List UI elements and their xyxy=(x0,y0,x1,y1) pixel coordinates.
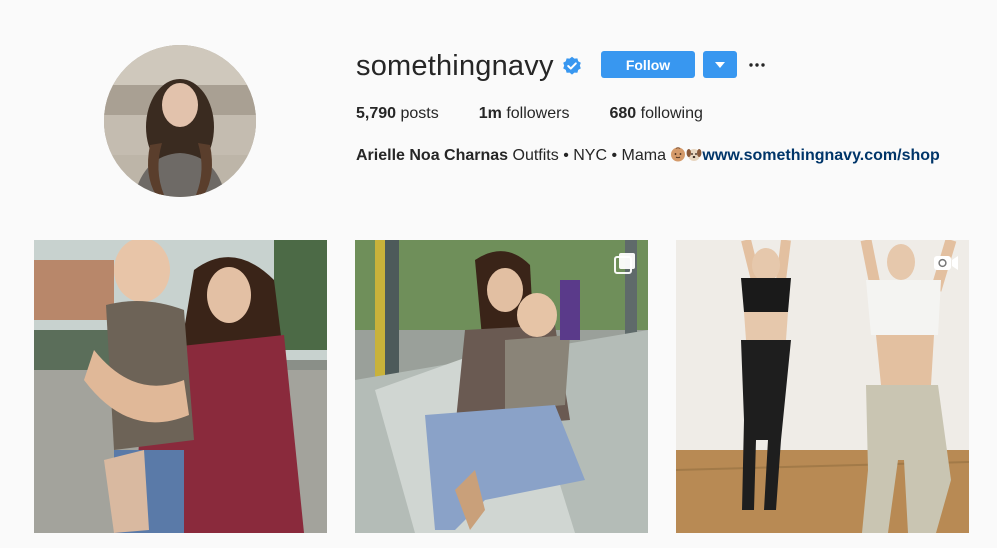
post-image xyxy=(676,240,969,533)
ellipsis-icon xyxy=(749,63,765,67)
post-thumbnail[interactable] xyxy=(355,240,648,533)
puppy-emoji-icon xyxy=(687,149,702,161)
posts-label: posts xyxy=(400,105,439,122)
follow-button[interactable]: Follow xyxy=(601,51,695,78)
followers-label: followers xyxy=(506,105,570,122)
carousel-icon xyxy=(614,253,635,274)
bio-text: Outfits • NYC • Mama xyxy=(512,147,666,164)
post-image xyxy=(355,240,648,533)
video-icon xyxy=(934,256,958,270)
posts-count: 5,790 xyxy=(356,105,397,122)
suggestions-dropdown-button[interactable] xyxy=(703,51,737,78)
caret-down-icon xyxy=(715,61,725,68)
avatar-image xyxy=(104,45,256,197)
profile-stats: 5,790 posts 1m followers 680 following xyxy=(356,104,743,124)
baby-face-emoji-icon xyxy=(671,147,686,162)
bio-website-link[interactable]: www.somethingnavy.com/shop xyxy=(702,147,939,164)
post-image xyxy=(34,240,327,533)
posts-stat: 5,790 posts xyxy=(356,104,439,124)
following-stat[interactable]: 680 following xyxy=(609,104,702,124)
post-thumbnail[interactable] xyxy=(676,240,969,533)
post-thumbnail[interactable] xyxy=(34,240,327,533)
followers-stat[interactable]: 1m followers xyxy=(479,104,570,124)
following-label: following xyxy=(640,105,703,122)
profile-bio: Arielle Noa Charnas Outfits • NYC • Mama… xyxy=(356,146,940,166)
verified-badge-icon xyxy=(563,56,581,75)
profile-avatar[interactable] xyxy=(104,45,256,197)
profile-username: somethingnavy xyxy=(356,50,554,82)
more-options-button[interactable] xyxy=(747,55,767,75)
following-count: 680 xyxy=(609,105,637,122)
followers-count: 1m xyxy=(478,105,502,122)
profile-full-name: Arielle Noa Charnas xyxy=(356,147,509,164)
